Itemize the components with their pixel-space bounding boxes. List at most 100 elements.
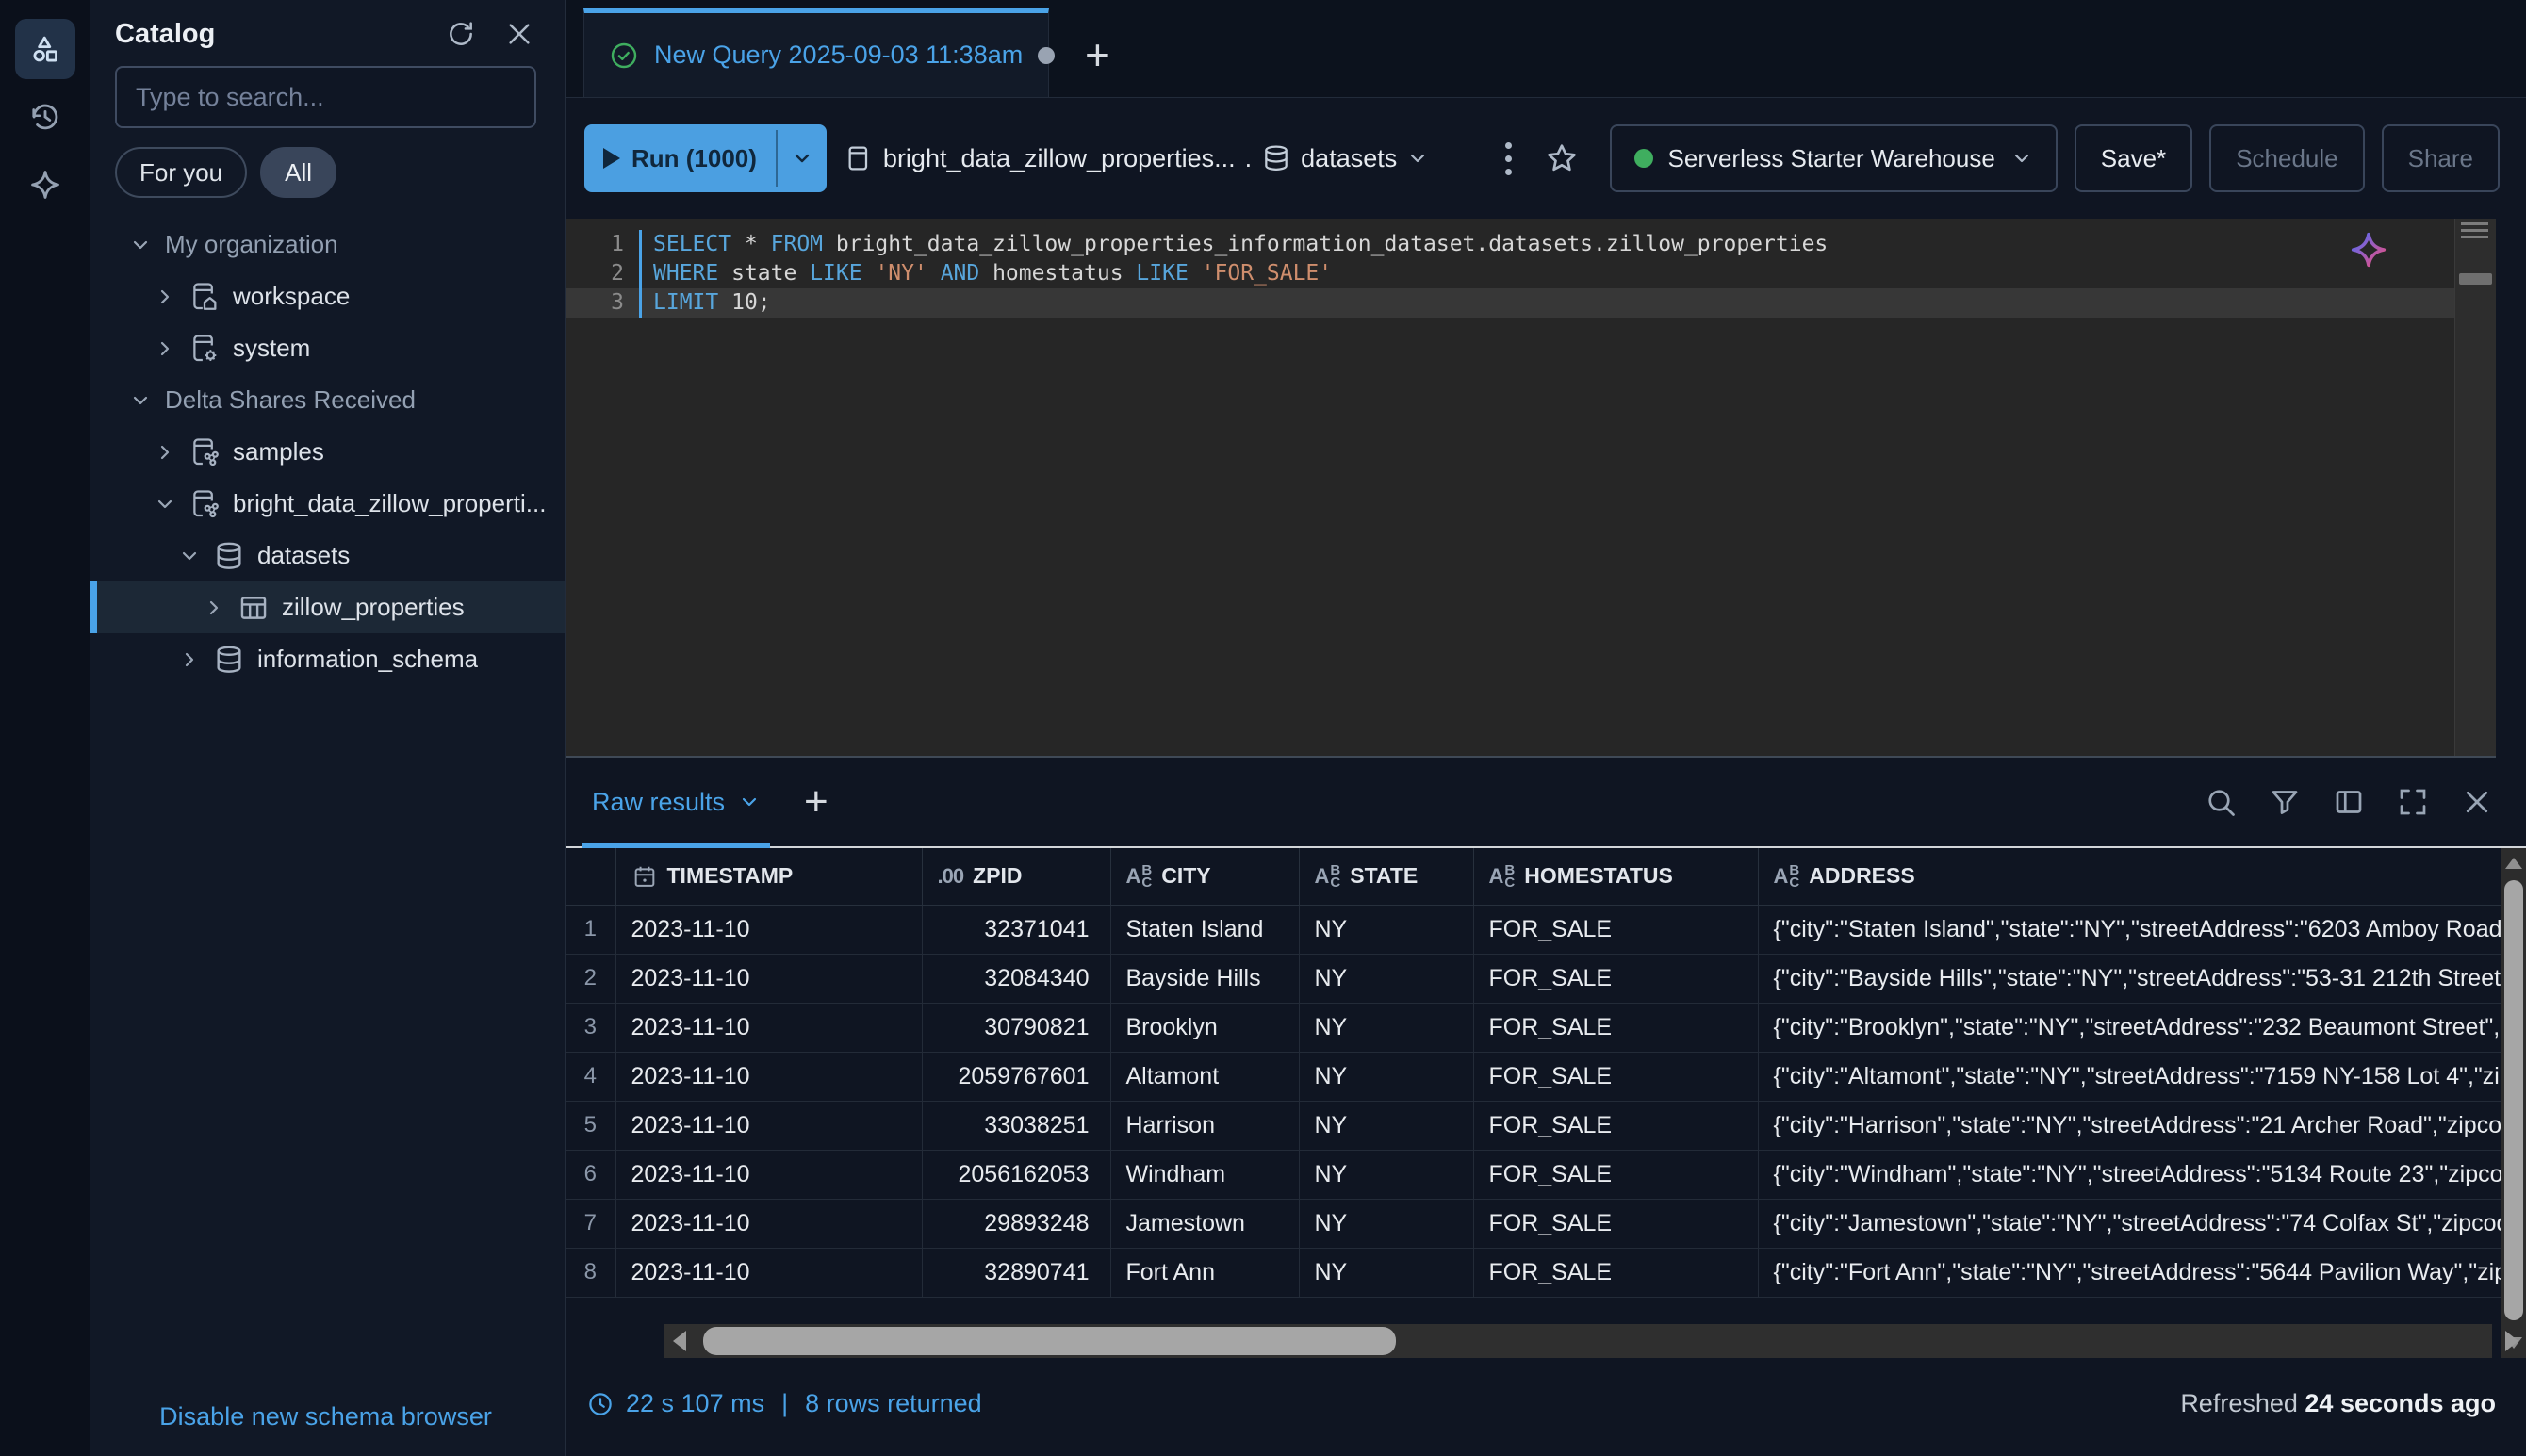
tree-item-zillow-properties[interactable]: zillow_properties [90,581,565,633]
chevron-down-icon[interactable] [152,491,178,517]
share-button[interactable]: Share [2382,124,2500,192]
cell[interactable]: FOR_SALE [1473,905,1758,954]
column-header-address[interactable]: ABCADDRESS [1758,848,2501,905]
column-header-rownum[interactable] [566,848,615,905]
cell[interactable]: FOR_SALE [1473,1199,1758,1248]
cell[interactable]: 2056162053 [922,1150,1110,1199]
cell[interactable]: 32371041 [922,905,1110,954]
filter-pill-all[interactable]: All [260,147,336,198]
cell[interactable]: NY [1299,1101,1473,1150]
chevron-down-icon[interactable] [127,387,154,414]
sql-editor[interactable]: 1SELECT * FROM bright_data_zillow_proper… [566,219,2496,758]
cell[interactable]: 33038251 [922,1101,1110,1150]
cell[interactable]: Bayside Hills [1110,954,1299,1003]
scroll-right-arrow[interactable] [2505,1331,2518,1351]
cell[interactable]: 2023-11-10 [615,1003,922,1052]
cell[interactable]: {"city":"Windham","state":"NY","streetAd… [1758,1150,2501,1199]
vertical-scrollbar[interactable] [2501,848,2526,1358]
chevron-right-icon[interactable] [152,439,178,466]
cell[interactable]: 7 [566,1199,615,1248]
cell[interactable]: 6 [566,1150,615,1199]
cell[interactable]: FOR_SALE [1473,1150,1758,1199]
rows-returned[interactable]: 8 rows returned [805,1389,982,1418]
horizontal-scroll-thumb[interactable] [703,1327,1396,1355]
cell[interactable]: Jamestown [1110,1199,1299,1248]
cell[interactable]: NY [1299,905,1473,954]
cell[interactable]: 4 [566,1052,615,1101]
cell[interactable]: 2023-11-10 [615,1101,922,1150]
cell[interactable]: 2023-11-10 [615,905,922,954]
schedule-button[interactable]: Schedule [2209,124,2364,192]
search-icon[interactable] [2204,785,2238,819]
cell[interactable]: 5 [566,1101,615,1150]
kebab-menu-icon[interactable] [1496,142,1521,175]
cell[interactable]: NY [1299,1003,1473,1052]
tree-item-system[interactable]: system [90,322,565,374]
column-header-zpid[interactable]: .00ZPID [922,848,1110,905]
cell[interactable]: Staten Island [1110,905,1299,954]
schema-browser-toggle-link[interactable]: Disable new schema browser [115,1402,536,1443]
chevron-down-icon[interactable] [127,232,154,258]
cell[interactable]: Windham [1110,1150,1299,1199]
cell[interactable]: 2059767601 [922,1052,1110,1101]
cell[interactable]: FOR_SALE [1473,1101,1758,1150]
cell[interactable]: {"city":"Jamestown","state":"NY","street… [1758,1199,2501,1248]
fullscreen-icon[interactable] [2396,785,2430,819]
cell[interactable]: {"city":"Harrison","state":"NY","streetA… [1758,1101,2501,1150]
run-dropdown-button[interactable] [778,124,827,192]
cell[interactable]: Altamont [1110,1052,1299,1101]
chevron-right-icon[interactable] [152,335,178,362]
cell[interactable]: 1 [566,905,615,954]
tree-item-datasets[interactable]: datasets [90,530,565,581]
panel-icon[interactable] [2332,785,2366,819]
cell[interactable]: 3 [566,1003,615,1052]
tree-item-workspace[interactable]: workspace [90,270,565,322]
close-sidebar-icon[interactable] [502,17,536,51]
save-button[interactable]: Save* [2075,124,2192,192]
tree-item-delta-shares-received[interactable]: Delta Shares Received [90,374,565,426]
tree-item-bright-data-zillow-properti[interactable]: bright_data_zillow_properti... [90,478,565,530]
cell[interactable]: NY [1299,1150,1473,1199]
cell[interactable]: NY [1299,1052,1473,1101]
favorite-star-icon[interactable] [1538,140,1585,176]
code-line-2[interactable]: 2WHERE state LIKE 'NY' AND homestatus LI… [566,259,2496,288]
run-button[interactable]: Run (1000) [584,124,827,192]
warehouse-selector[interactable]: Serverless Starter Warehouse [1610,124,2058,192]
tree-item-information-schema[interactable]: information_schema [90,633,565,685]
cell[interactable]: FOR_SALE [1473,1248,1758,1297]
cell[interactable]: 2023-11-10 [615,1199,922,1248]
chevron-right-icon[interactable] [152,284,178,310]
editor-minimap[interactable] [2454,219,2496,756]
column-header-timestamp[interactable]: TIMESTAMP [615,848,922,905]
query-tab[interactable]: New Query 2025-09-03 11:38am [583,8,1049,97]
cell[interactable]: NY [1299,1199,1473,1248]
catalog-search[interactable] [115,66,536,128]
assistant-sparkle-icon[interactable] [15,155,75,215]
code-area[interactable]: 1SELECT * FROM bright_data_zillow_proper… [566,230,2496,318]
cell[interactable]: FOR_SALE [1473,1052,1758,1101]
cell[interactable]: 8 [566,1248,615,1297]
column-header-state[interactable]: ABCSTATE [1299,848,1473,905]
column-header-homestatus[interactable]: ABCHOMESTATUS [1473,848,1758,905]
cell[interactable]: 2 [566,954,615,1003]
search-input[interactable] [136,83,516,112]
cell[interactable]: 2023-11-10 [615,1248,922,1297]
catalog-schema-selector[interactable]: bright_data_zillow_properties... . datas… [844,143,1429,173]
catalog-browser-icon[interactable] [15,19,75,79]
cell[interactable]: Harrison [1110,1101,1299,1150]
chevron-down-icon[interactable] [176,543,203,569]
cell[interactable]: 2023-11-10 [615,954,922,1003]
tree-item-samples[interactable]: samples [90,426,565,478]
cell[interactable]: {"city":"Staten Island","state":"NY","st… [1758,905,2501,954]
raw-results-tab[interactable]: Raw results [582,758,770,846]
cell[interactable]: 2023-11-10 [615,1052,922,1101]
new-tab-button[interactable]: + [1085,33,1110,76]
scroll-left-arrow[interactable] [673,1331,686,1351]
cell[interactable]: 30790821 [922,1003,1110,1052]
chevron-right-icon[interactable] [176,646,203,673]
code-line-1[interactable]: 1SELECT * FROM bright_data_zillow_proper… [566,230,2496,259]
history-icon[interactable] [15,87,75,147]
cell[interactable]: NY [1299,954,1473,1003]
column-header-city[interactable]: ABCCITY [1110,848,1299,905]
cell[interactable]: NY [1299,1248,1473,1297]
